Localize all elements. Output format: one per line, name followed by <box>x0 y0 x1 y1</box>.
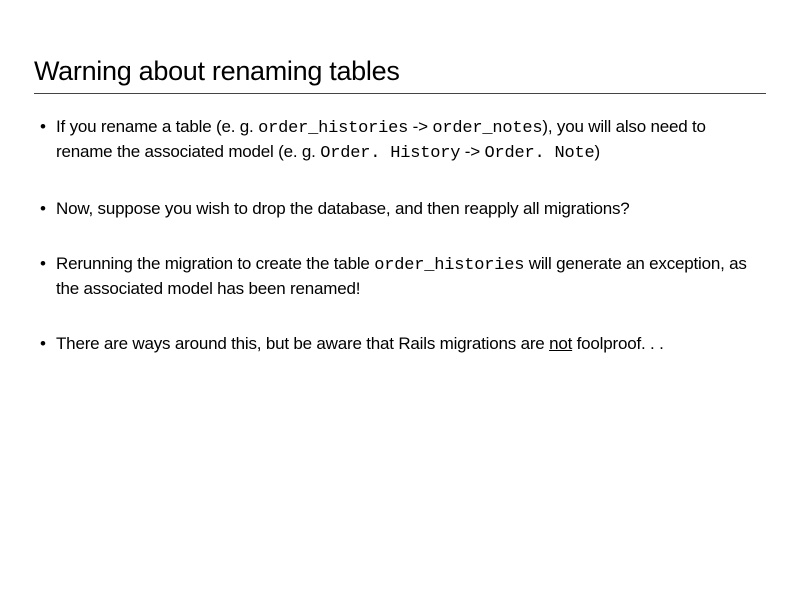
code: Order. History <box>320 144 460 163</box>
text: -> <box>460 142 484 161</box>
code: Order. Note <box>485 144 595 163</box>
bullet-list: If you rename a table (e. g. order_histo… <box>34 116 766 356</box>
underlined-text: not <box>549 334 572 353</box>
bullet-item: Rerunning the migration to create the ta… <box>34 253 766 301</box>
code: order_histories <box>374 256 524 275</box>
code: order_histories <box>258 119 408 138</box>
code: order_notes <box>432 119 542 138</box>
title-rule <box>34 93 766 94</box>
text: ) <box>595 142 600 161</box>
bullet-item: Now, suppose you wish to drop the databa… <box>34 198 766 221</box>
slide-title: Warning about renaming tables <box>34 56 766 87</box>
text: If you rename a table (e. g. <box>56 117 258 136</box>
bullet-item: If you rename a table (e. g. order_histo… <box>34 116 766 166</box>
text: There are ways around this, but be aware… <box>56 334 549 353</box>
text: -> <box>408 117 432 136</box>
text: Now, suppose you wish to drop the databa… <box>56 199 630 218</box>
text: foolproof. . . <box>572 334 664 353</box>
slide: Warning about renaming tables If you ren… <box>0 0 800 356</box>
text: Rerunning the migration to create the ta… <box>56 254 374 273</box>
bullet-item: There are ways around this, but be aware… <box>34 333 766 356</box>
